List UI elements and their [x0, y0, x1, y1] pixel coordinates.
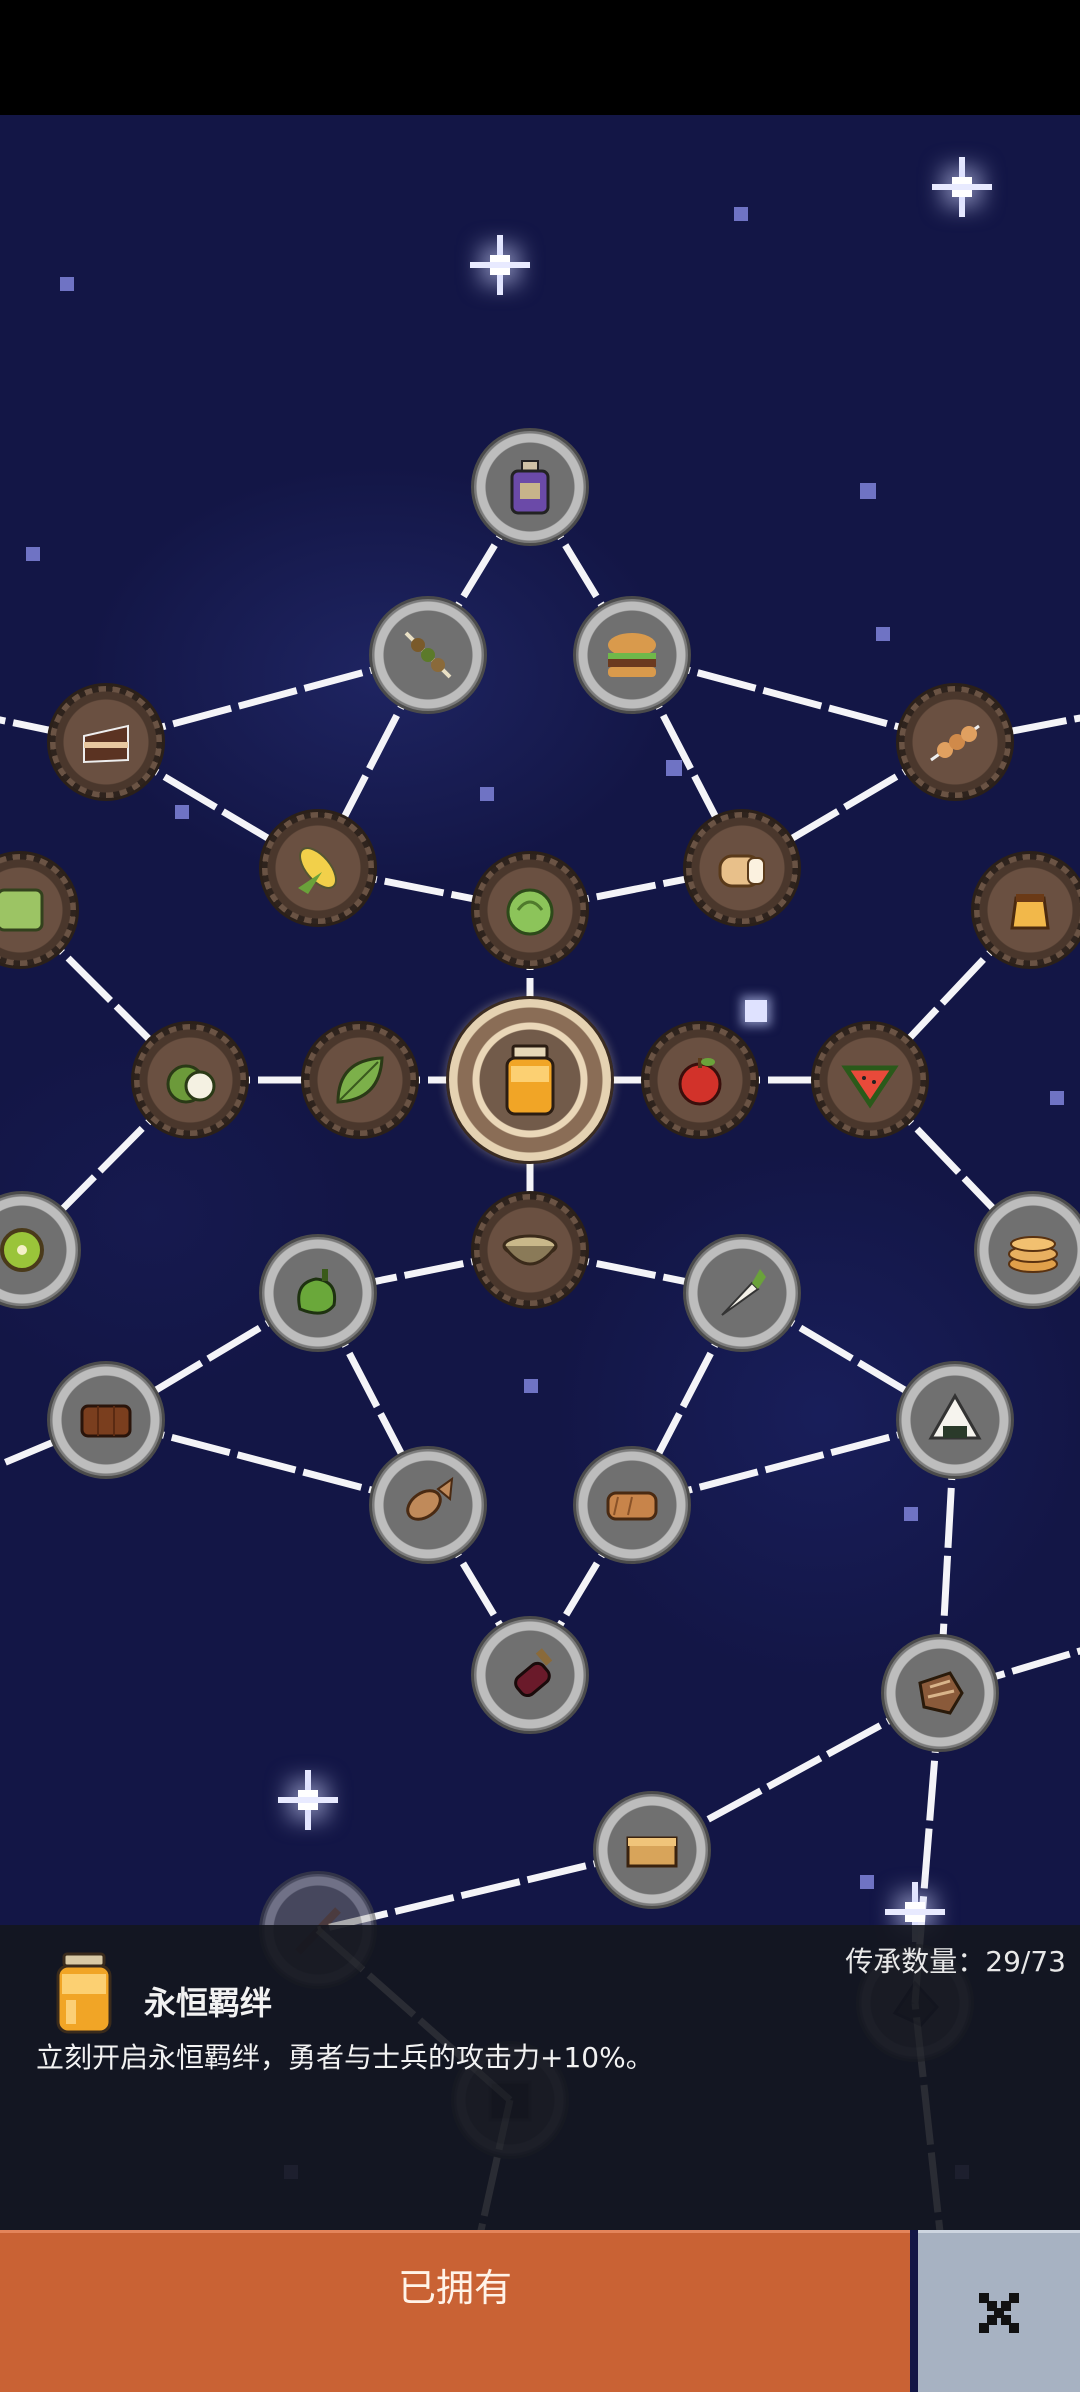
- node-jam-jar-center[interactable]: [446, 996, 614, 1164]
- node-cake[interactable]: [47, 683, 165, 801]
- node-pancakes[interactable]: [974, 1191, 1080, 1309]
- star: [745, 1000, 767, 1022]
- node-watermelon[interactable]: [811, 1021, 929, 1139]
- node-radish[interactable]: [683, 1234, 801, 1352]
- pancakes-icon: [1008, 1236, 1058, 1273]
- node-tofu[interactable]: [593, 1791, 711, 1909]
- rice-ball-icon: [928, 1392, 982, 1440]
- node-purple-jar[interactable]: [471, 428, 589, 546]
- purple-jar-icon: [510, 460, 550, 515]
- star: [26, 547, 40, 561]
- star: [860, 483, 876, 499]
- node-lettuce[interactable]: [471, 851, 589, 969]
- node-kebab[interactable]: [369, 596, 487, 714]
- status-bar: [0, 0, 1080, 115]
- node-pudding[interactable]: [971, 851, 1080, 969]
- star: [876, 627, 890, 641]
- close-icon: [979, 2292, 1019, 2333]
- node-soup[interactable]: [471, 1191, 589, 1309]
- star: [1050, 1091, 1064, 1105]
- node-wine[interactable]: [471, 1616, 589, 1734]
- soup-bowl-icon: [502, 1234, 558, 1266]
- star: [524, 1379, 538, 1393]
- wine-bottle-icon: [514, 1648, 553, 1698]
- chocolate-bar-icon: [80, 1404, 132, 1438]
- star: [175, 805, 189, 819]
- radish-icon: [721, 1269, 766, 1316]
- lettuce-icon: [506, 888, 554, 936]
- bread-icon: [718, 854, 765, 888]
- node-bread[interactable]: [683, 809, 801, 927]
- node-leaf[interactable]: [301, 1021, 419, 1139]
- star: [60, 277, 74, 291]
- meat-icon: [918, 1671, 964, 1715]
- node-apple[interactable]: [641, 1021, 759, 1139]
- node-toast[interactable]: [573, 1446, 691, 1564]
- node-pepper[interactable]: [259, 1234, 377, 1352]
- star: [734, 207, 748, 221]
- tofu-block-icon: [626, 1836, 678, 1868]
- pudding-icon: [1010, 894, 1050, 930]
- leaf-icon: [336, 1056, 384, 1104]
- star: [860, 1875, 874, 1889]
- burger-icon: [608, 633, 656, 677]
- star: [666, 760, 682, 776]
- skewer-icon: [930, 724, 980, 762]
- close-button[interactable]: [918, 2230, 1080, 2392]
- node-skewer[interactable]: [896, 683, 1014, 801]
- legacy-count: 传承数量：29/73: [845, 1945, 1066, 1978]
- apple-icon: [678, 1058, 722, 1106]
- green-cube-icon: [0, 888, 44, 932]
- star: [904, 1507, 918, 1521]
- toast-icon: [606, 1491, 658, 1521]
- star: [480, 787, 494, 801]
- kebab-icon: [404, 631, 452, 679]
- node-chocolate[interactable]: [47, 1361, 165, 1479]
- honey-jar-icon: [505, 1044, 555, 1116]
- watermelon-icon: [841, 1065, 899, 1109]
- node-meat[interactable]: [881, 1634, 999, 1752]
- cake-slice-icon: [83, 724, 129, 764]
- coconut-icon: [166, 1064, 216, 1104]
- corn-icon: [298, 847, 337, 894]
- skill-description: 立刻开启永恒羁绊，勇者与士兵的攻击力+10%。: [36, 2041, 654, 2074]
- skill-title: 永恒羁绊: [144, 1984, 273, 2022]
- owned-button[interactable]: 已拥有: [0, 2230, 910, 2392]
- node-coconut[interactable]: [131, 1021, 249, 1139]
- node-rice-ball[interactable]: [896, 1361, 1014, 1479]
- node-burger[interactable]: [573, 596, 691, 714]
- node-corn[interactable]: [259, 809, 377, 927]
- owned-button-label: 已拥有: [397, 2266, 512, 2310]
- node-fish[interactable]: [369, 1446, 487, 1564]
- honey-jar-icon: [56, 1952, 112, 2034]
- pepper-icon: [297, 1269, 337, 1315]
- fish-icon: [406, 1476, 454, 1521]
- kiwi-icon: [0, 1228, 44, 1272]
